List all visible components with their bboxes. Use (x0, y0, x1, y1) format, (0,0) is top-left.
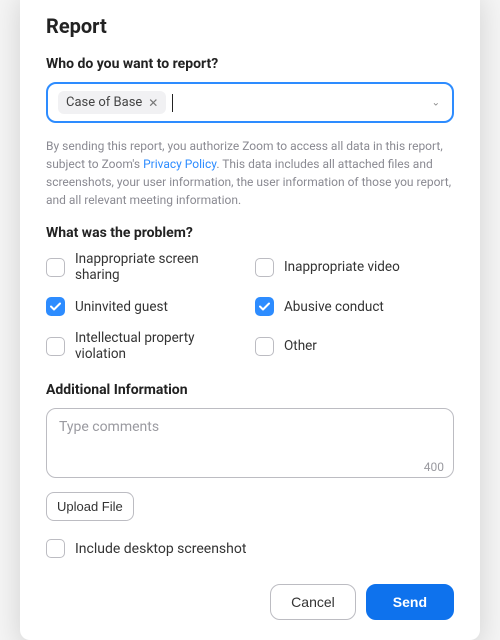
problem-option[interactable]: Abusive conduct (255, 297, 454, 316)
checkbox[interactable] (255, 297, 274, 316)
report-target-select[interactable]: Case of Base ✕ ⌄ (46, 82, 454, 123)
comments-wrap: 400 (46, 408, 454, 482)
dialog-footer: Cancel Send (46, 576, 454, 620)
chip-label: Case of Base (66, 95, 142, 110)
send-button[interactable]: Send (366, 584, 454, 620)
dialog-title: Report (46, 14, 454, 38)
cancel-button[interactable]: Cancel (270, 584, 356, 620)
report-dialog: Report Who do you want to report? Case o… (20, 0, 480, 640)
text-cursor (172, 94, 173, 112)
comments-input[interactable] (46, 408, 454, 478)
selected-user-chip[interactable]: Case of Base ✕ (58, 91, 166, 114)
problem-option[interactable]: Other (255, 330, 454, 362)
upload-file-button[interactable]: Upload File (46, 492, 134, 521)
problem-option-label: Intellectual property violation (75, 330, 245, 362)
problem-option[interactable]: Uninvited guest (46, 297, 245, 316)
include-screenshot-option[interactable]: Include desktop screenshot (46, 539, 454, 558)
who-label: Who do you want to report? (46, 56, 454, 72)
problem-option[interactable]: Intellectual property violation (46, 330, 245, 362)
disclaimer-text: By sending this report, you authorize Zo… (46, 137, 454, 209)
problem-label: What was the problem? (46, 225, 454, 241)
checkbox[interactable] (255, 337, 274, 356)
checkbox[interactable] (46, 539, 65, 558)
additional-info-label: Additional Information (46, 382, 454, 398)
checkbox[interactable] (46, 337, 65, 356)
problem-option-label: Abusive conduct (284, 299, 384, 315)
checkbox[interactable] (255, 258, 274, 277)
checkbox[interactable] (46, 258, 65, 277)
problem-option-label: Uninvited guest (75, 299, 168, 315)
char-count: 400 (424, 460, 444, 474)
include-screenshot-label: Include desktop screenshot (75, 541, 246, 557)
checkbox[interactable] (46, 297, 65, 316)
privacy-policy-link[interactable]: Privacy Policy (143, 157, 216, 171)
chevron-down-icon[interactable]: ⌄ (432, 97, 440, 108)
problem-checkbox-grid: Inappropriate screen sharing Inappropria… (46, 251, 454, 362)
problem-option[interactable]: Inappropriate screen sharing (46, 251, 245, 283)
problem-option-label: Inappropriate screen sharing (75, 251, 245, 283)
problem-option-label: Inappropriate video (284, 259, 400, 275)
remove-chip-icon[interactable]: ✕ (148, 97, 158, 109)
problem-option-label: Other (284, 338, 317, 354)
problem-option[interactable]: Inappropriate video (255, 251, 454, 283)
